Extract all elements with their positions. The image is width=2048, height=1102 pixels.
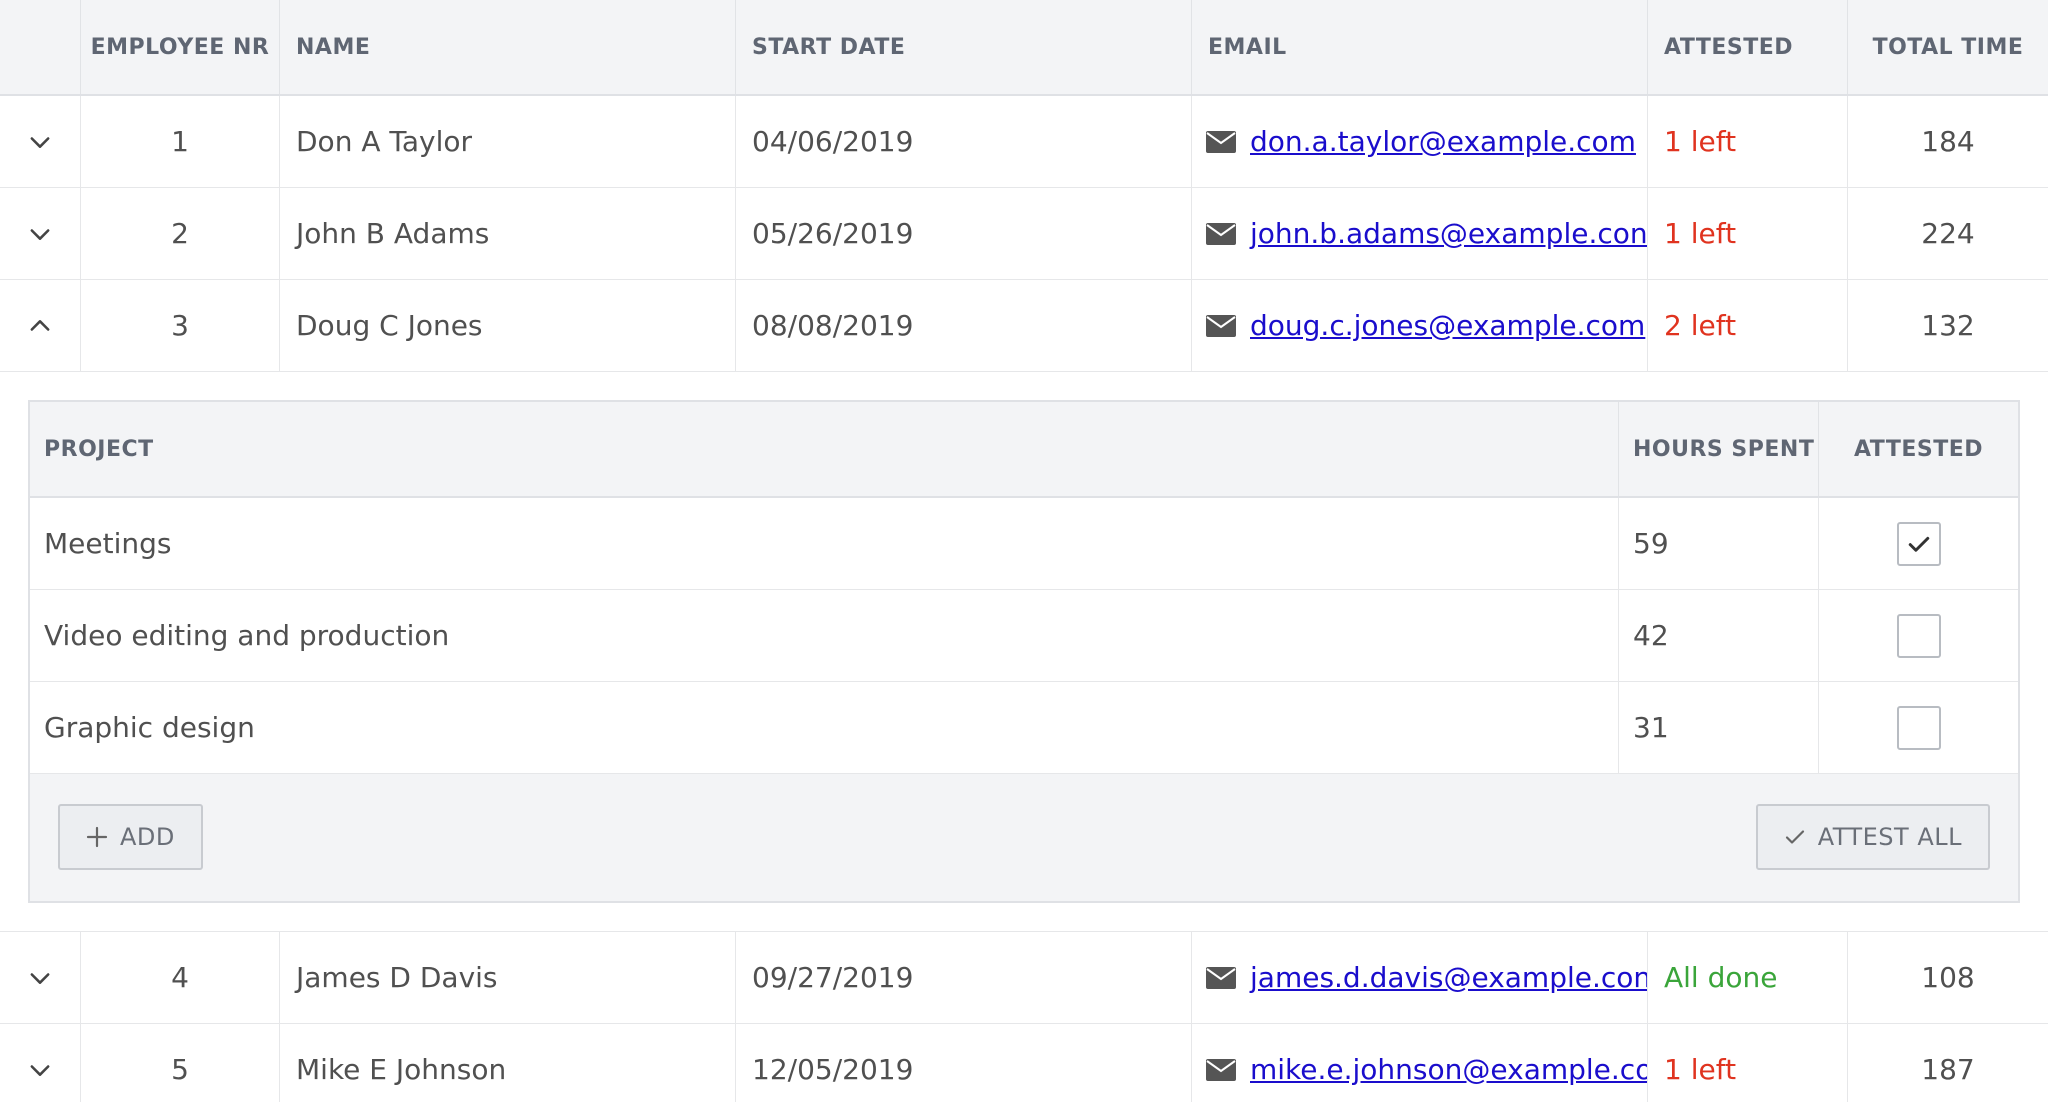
email-cell: mike.e.johnson@example.co xyxy=(1191,1024,1647,1102)
attested-status: 1 left xyxy=(1647,96,1847,187)
email-link[interactable]: don.a.taylor@example.com xyxy=(1250,125,1636,158)
project-row[interactable]: Graphic design 31 xyxy=(30,682,2018,774)
attested-status: 1 left xyxy=(1647,1024,1847,1102)
email-cell: james.d.davis@example.con xyxy=(1191,932,1647,1023)
detail-footer: ADD ATTEST ALL xyxy=(30,774,2018,900)
email-link[interactable]: james.d.davis@example.con xyxy=(1250,961,1647,994)
start-date-cell: 08/08/2019 xyxy=(735,280,1191,371)
total-time-cell: 224 xyxy=(1847,188,2048,279)
attested-checkbox-cell xyxy=(1818,682,2018,773)
add-project-button[interactable]: ADD xyxy=(58,804,203,870)
project-detail-grid: PROJECT HOURS SPENT ATTESTED Meetings 59… xyxy=(28,400,2020,903)
start-date-cell: 12/05/2019 xyxy=(735,1024,1191,1102)
add-button-label: ADD xyxy=(120,823,175,851)
envelope-icon xyxy=(1206,222,1236,245)
start-date-cell: 05/26/2019 xyxy=(735,188,1191,279)
attested-checkbox[interactable] xyxy=(1896,613,1941,658)
table-row-expanded[interactable]: 3 Doug C Jones 08/08/2019 doug.c.jones@e… xyxy=(0,280,2048,372)
column-header-employee-nr[interactable]: EMPLOYEE NR xyxy=(80,0,279,94)
project-name-cell: Meetings xyxy=(44,527,172,560)
attested-checkbox[interactable] xyxy=(1896,705,1941,750)
expander-column-header xyxy=(0,0,80,94)
email-cell: doug.c.jones@example.com xyxy=(1191,280,1647,371)
attested-checkbox-cell xyxy=(1818,590,2018,681)
start-date-cell: 04/06/2019 xyxy=(735,96,1191,187)
total-time-cell: 132 xyxy=(1847,280,2048,371)
name-cell: Doug C Jones xyxy=(279,280,735,371)
email-link[interactable]: doug.c.jones@example.com xyxy=(1250,309,1645,342)
name-cell: James D Davis xyxy=(279,932,735,1023)
email-link[interactable]: john.b.adams@example.con xyxy=(1250,217,1647,250)
envelope-icon xyxy=(1206,130,1236,153)
table-row[interactable]: 4 James D Davis 09/27/2019 james.d.davis… xyxy=(0,932,2048,1024)
start-date-cell: 09/27/2019 xyxy=(735,932,1191,1023)
table-row[interactable]: 1 Don A Taylor 04/06/2019 don.a.taylor@e… xyxy=(0,96,2048,188)
hours-spent-cell: 42 xyxy=(1618,590,1818,681)
column-header-total-time[interactable]: TOTAL TIME xyxy=(1847,0,2048,94)
chevron-down-icon xyxy=(30,1064,50,1076)
table-row[interactable]: 2 John B Adams 05/26/2019 john.b.adams@e… xyxy=(0,188,2048,280)
table-row[interactable]: 5 Mike E Johnson 12/05/2019 mike.e.johns… xyxy=(0,1024,2048,1102)
row-expander[interactable] xyxy=(0,1024,80,1102)
row-detail-panel: PROJECT HOURS SPENT ATTESTED Meetings 59… xyxy=(0,372,2048,932)
chevron-up-icon xyxy=(30,319,50,331)
name-cell: Don A Taylor xyxy=(279,96,735,187)
attest-all-button-label: ATTEST ALL xyxy=(1817,823,1962,851)
attested-checkbox[interactable] xyxy=(1896,521,1941,566)
employee-nr-cell: 5 xyxy=(80,1024,279,1102)
envelope-icon xyxy=(1206,1058,1236,1081)
attest-all-button[interactable]: ATTEST ALL xyxy=(1755,804,1990,870)
row-expander[interactable] xyxy=(0,188,80,279)
column-header-attested[interactable]: ATTESTED xyxy=(1647,0,1847,94)
detail-table-header: PROJECT HOURS SPENT ATTESTED xyxy=(30,402,2018,498)
column-header-email[interactable]: EMAIL xyxy=(1191,0,1647,94)
hours-spent-cell: 59 xyxy=(1618,498,1818,589)
project-name-cell: Video editing and production xyxy=(44,619,450,652)
table-header: EMPLOYEE NR NAME START DATE EMAIL ATTEST… xyxy=(0,0,2048,96)
chevron-down-icon xyxy=(30,136,50,148)
envelope-icon xyxy=(1206,314,1236,337)
attested-status: All done xyxy=(1647,932,1847,1023)
employee-nr-cell: 4 xyxy=(80,932,279,1023)
row-expander[interactable] xyxy=(0,932,80,1023)
envelope-icon xyxy=(1206,966,1236,989)
project-name-cell: Graphic design xyxy=(44,711,255,744)
project-row[interactable]: Meetings 59 xyxy=(30,498,2018,590)
total-time-cell: 184 xyxy=(1847,96,2048,187)
checkmark-icon xyxy=(1908,536,1929,552)
attested-status: 2 left xyxy=(1647,280,1847,371)
column-header-start-date[interactable]: START DATE xyxy=(735,0,1191,94)
email-cell: don.a.taylor@example.com xyxy=(1191,96,1647,187)
column-header-project[interactable]: PROJECT xyxy=(30,402,1618,496)
email-cell: john.b.adams@example.con xyxy=(1191,188,1647,279)
plus-icon xyxy=(86,826,108,848)
attested-status: 1 left xyxy=(1647,188,1847,279)
column-header-name[interactable]: NAME xyxy=(279,0,735,94)
hours-spent-cell: 31 xyxy=(1618,682,1818,773)
column-header-hours-spent[interactable]: HOURS SPENT xyxy=(1618,402,1818,496)
attested-checkbox-cell xyxy=(1818,498,2018,589)
row-expander[interactable] xyxy=(0,96,80,187)
column-header-detail-attested[interactable]: ATTESTED xyxy=(1818,402,2018,496)
total-time-cell: 187 xyxy=(1847,1024,2048,1102)
row-expander[interactable] xyxy=(0,280,80,371)
employee-nr-cell: 1 xyxy=(80,96,279,187)
chevron-down-icon xyxy=(30,972,50,984)
name-cell: Mike E Johnson xyxy=(279,1024,735,1102)
checkmark-icon xyxy=(1785,830,1804,844)
employee-nr-cell: 3 xyxy=(80,280,279,371)
project-row[interactable]: Video editing and production 42 xyxy=(30,590,2018,682)
total-time-cell: 108 xyxy=(1847,932,2048,1023)
name-cell: John B Adams xyxy=(279,188,735,279)
email-link[interactable]: mike.e.johnson@example.co xyxy=(1250,1053,1647,1086)
chevron-down-icon xyxy=(30,228,50,240)
employee-nr-cell: 2 xyxy=(80,188,279,279)
